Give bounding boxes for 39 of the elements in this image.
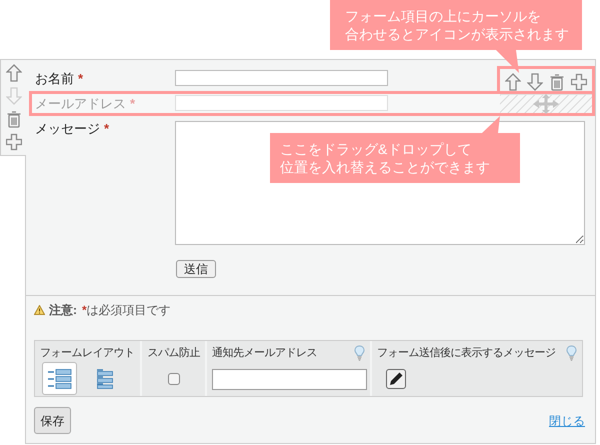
input-field[interactable] xyxy=(175,70,388,86)
arrow-down-icon[interactable] xyxy=(527,72,543,90)
save-button[interactable]: 保存 xyxy=(34,407,71,434)
edit-button[interactable] xyxy=(386,368,406,388)
layout-option[interactable] xyxy=(42,362,77,395)
drag-handle[interactable] xyxy=(500,94,592,113)
email-field[interactable] xyxy=(212,369,368,390)
field-label: お名前 xyxy=(35,71,74,86)
column-header: フォームレイアウト xyxy=(40,346,134,361)
tooltip: ここをドラッグ&ドロップして 位置を入れ替えることができます xyxy=(270,133,520,183)
tooltip: フォーム項目の上にカーソルを 合わせるとアイコンが表示されます xyxy=(330,0,582,50)
required-mark: * xyxy=(78,71,84,86)
arrow-up-icon[interactable] xyxy=(505,72,521,90)
send-button[interactable]: 送信 xyxy=(176,260,216,278)
input-field[interactable] xyxy=(175,95,388,111)
lightbulb-icon[interactable] xyxy=(354,345,366,361)
field-label: メッセージ xyxy=(35,121,100,136)
required-mark: * xyxy=(104,121,110,136)
note-text: は必須項目です xyxy=(86,302,171,319)
checkbox[interactable] xyxy=(168,372,180,384)
arrow-up-icon[interactable] xyxy=(6,64,22,82)
move-icon xyxy=(531,93,561,115)
lightbulb-icon[interactable] xyxy=(566,345,577,361)
required-mark: * xyxy=(82,302,87,319)
required-mark: * xyxy=(130,96,136,111)
note-label: 注意: xyxy=(49,302,77,319)
pencil-icon xyxy=(389,372,404,386)
warning-icon xyxy=(34,305,45,315)
side-labels-layout-icon xyxy=(48,368,72,388)
tooltip-tail xyxy=(482,116,502,133)
column-header: スパム防止 xyxy=(147,346,200,361)
column-header: 通知先メールアドレス xyxy=(212,346,318,361)
stacked-labels-layout-icon xyxy=(96,368,112,388)
plus-icon[interactable] xyxy=(571,72,587,90)
column-header: フォーム送信後に表示するメッセージ xyxy=(377,346,556,361)
trash-icon[interactable] xyxy=(6,110,22,128)
field-label: メールアドレス xyxy=(35,96,126,111)
plus-icon[interactable] xyxy=(6,133,22,151)
trash-icon[interactable] xyxy=(549,72,565,90)
